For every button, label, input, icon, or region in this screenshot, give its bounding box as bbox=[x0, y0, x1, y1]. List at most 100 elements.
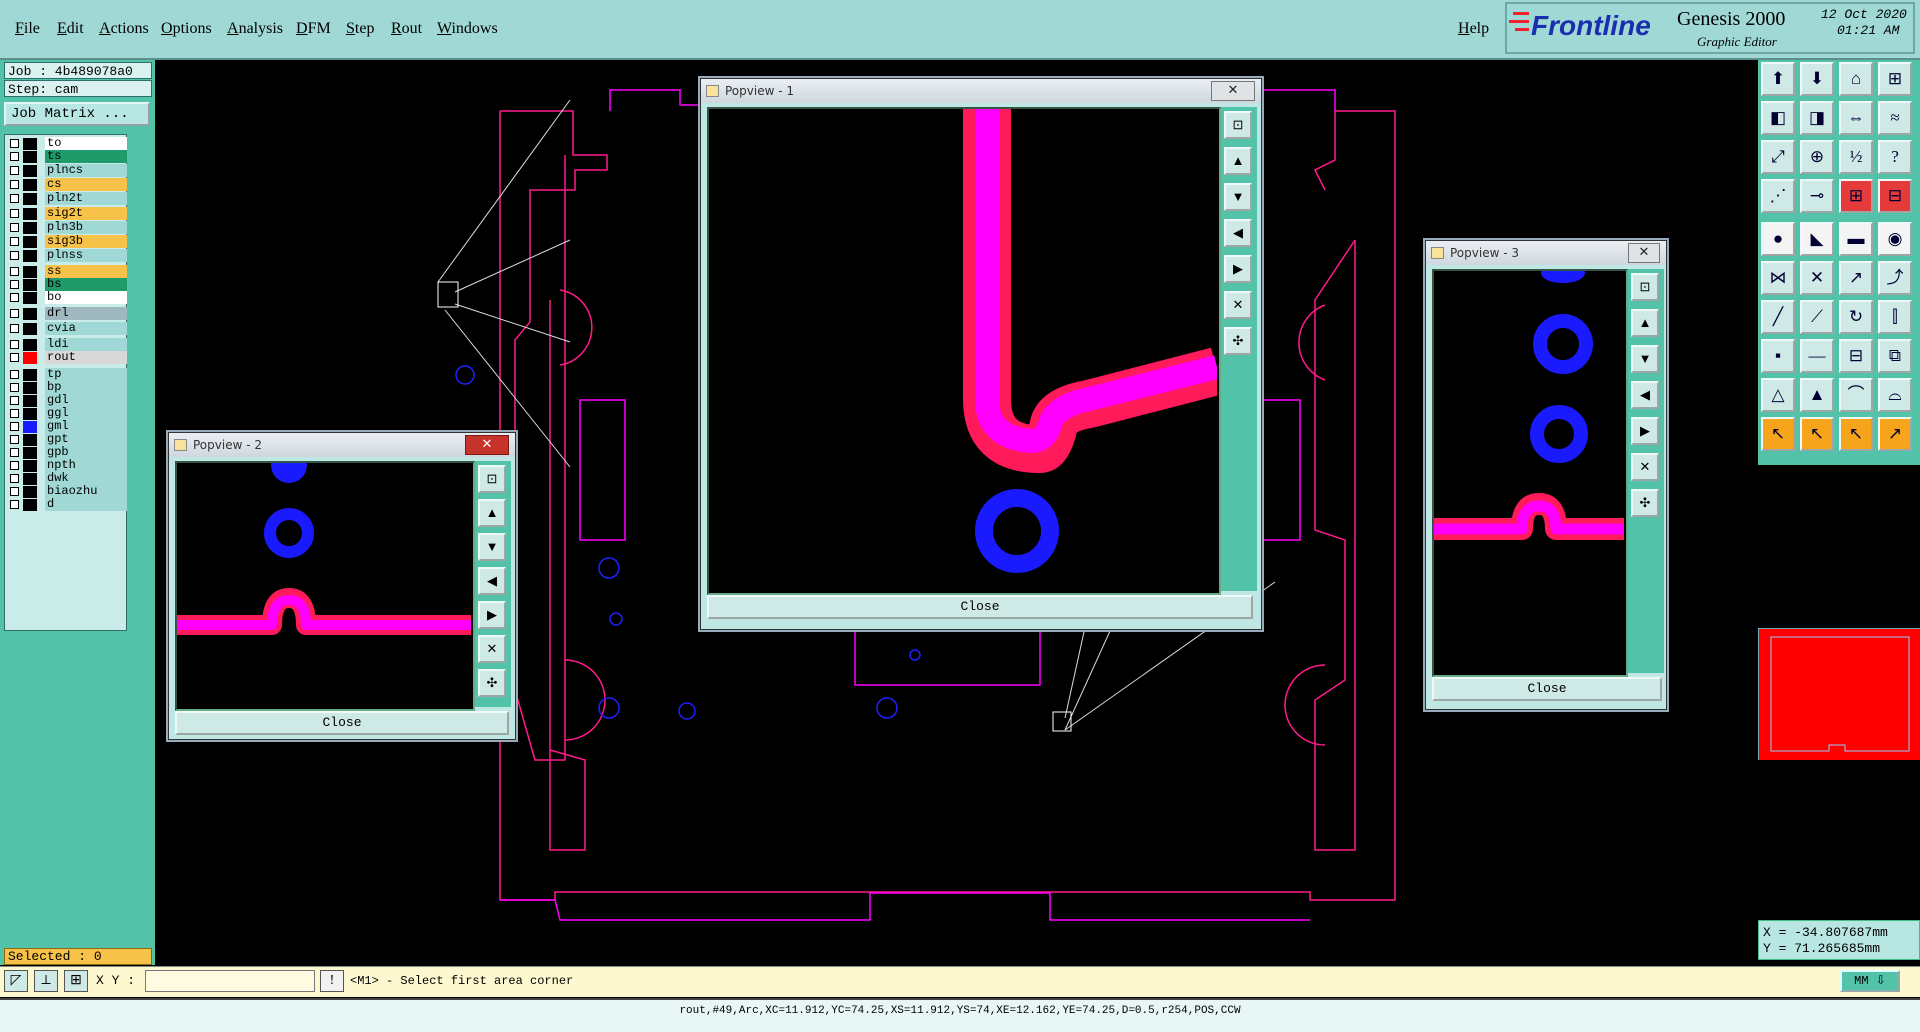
select-tool-icon[interactable]: ◸ bbox=[4, 970, 28, 992]
menu-help[interactable]: Help bbox=[1458, 20, 1489, 38]
layer-color-swatch[interactable] bbox=[23, 499, 37, 511]
zoom-fit-icon[interactable]: ⊡ bbox=[478, 465, 506, 493]
popview-1-view[interactable] bbox=[707, 107, 1223, 595]
layer-color-swatch[interactable] bbox=[23, 151, 37, 163]
layer-row-biaozhu[interactable]: biaozhu bbox=[7, 485, 127, 499]
mirror-icon[interactable]: ⇔ bbox=[1839, 101, 1873, 135]
rotate-icon[interactable]: ↻ bbox=[1839, 300, 1873, 334]
pointer-icon[interactable]: ↖ bbox=[1761, 417, 1795, 451]
close-icon[interactable]: ✕ bbox=[1211, 81, 1255, 101]
layer-name[interactable]: drl bbox=[45, 307, 127, 320]
layer-color-swatch[interactable] bbox=[23, 266, 37, 278]
zoom-center-icon[interactable]: ⊕ bbox=[1800, 140, 1834, 174]
grid-tool-icon[interactable]: ⊞ bbox=[64, 970, 88, 992]
wave-icon[interactable]: ≈ bbox=[1878, 101, 1912, 135]
layer-checkbox[interactable] bbox=[10, 474, 19, 483]
split-icon[interactable]: ⫿ bbox=[1878, 300, 1912, 334]
popview-3-titlebar[interactable]: Popview - 3 ✕ bbox=[1426, 241, 1666, 265]
layer-checkbox[interactable] bbox=[10, 267, 19, 276]
layer-checkbox[interactable] bbox=[10, 251, 19, 260]
popview-3-window[interactable]: Popview - 3 ✕ ⊡ ▲ ▼ ◀ ▶ ✕ ✣ Close bbox=[1425, 240, 1667, 710]
zoom-in-icon[interactable]: ✕ bbox=[478, 635, 506, 663]
layer-name[interactable]: rout bbox=[45, 351, 127, 364]
layer-row-sig3b[interactable]: sig3b bbox=[7, 235, 127, 249]
layer-row-bs[interactable]: bs bbox=[7, 278, 127, 292]
layer-checkbox[interactable] bbox=[10, 422, 19, 431]
popview-2-titlebar[interactable]: Popview - 2 ✕ bbox=[169, 433, 515, 457]
menu-dfm[interactable]: DFM bbox=[296, 20, 331, 38]
pan-up-icon[interactable]: ▲ bbox=[478, 499, 506, 527]
layer-color-swatch[interactable] bbox=[23, 382, 37, 394]
save-icon[interactable]: ⬇ bbox=[1800, 62, 1834, 96]
layer-checkbox[interactable] bbox=[10, 293, 19, 302]
snap-icon[interactable]: ⊞ bbox=[1878, 62, 1912, 96]
layer-checkbox[interactable] bbox=[10, 487, 19, 496]
layer-color-swatch[interactable] bbox=[23, 292, 37, 304]
layer-name[interactable]: d bbox=[45, 498, 127, 511]
layer-row-plnss[interactable]: plnss bbox=[7, 249, 127, 263]
close-icon[interactable]: ✕ bbox=[1628, 243, 1660, 263]
pointer-move-icon[interactable]: ↖ bbox=[1839, 417, 1873, 451]
layer-color-swatch[interactable] bbox=[23, 323, 37, 335]
layer-checkbox[interactable] bbox=[10, 237, 19, 246]
layer-row-drl[interactable]: drl bbox=[7, 307, 127, 321]
home-icon[interactable]: ⌂ bbox=[1839, 62, 1873, 96]
measure-icon[interactable]: ⊸ bbox=[1800, 179, 1834, 213]
add-pad-icon[interactable]: ● bbox=[1761, 222, 1795, 256]
layer-name[interactable]: plncs bbox=[45, 164, 127, 177]
triangle-icon[interactable]: △ bbox=[1761, 378, 1795, 412]
layer-color-swatch[interactable] bbox=[23, 486, 37, 498]
layer-row-ss[interactable]: ss bbox=[7, 265, 127, 279]
layer-checkbox[interactable] bbox=[10, 309, 19, 318]
add-line-icon[interactable]: ◣ bbox=[1800, 222, 1834, 256]
move-left-icon[interactable]: ◧ bbox=[1761, 101, 1795, 135]
pad-edit-icon[interactable]: ▪ bbox=[1761, 339, 1795, 373]
pan-up-icon[interactable]: ▲ bbox=[1224, 147, 1252, 175]
help-icon[interactable]: ? bbox=[1878, 140, 1912, 174]
pan-up-icon[interactable]: ▲ bbox=[1631, 309, 1659, 337]
draw-line-icon[interactable]: ╱ bbox=[1761, 300, 1795, 334]
layer-color-swatch[interactable] bbox=[23, 250, 37, 262]
layer-checkbox[interactable] bbox=[10, 139, 19, 148]
layer-checkbox[interactable] bbox=[10, 152, 19, 161]
layer-row-ts[interactable]: ts bbox=[7, 150, 127, 164]
layer-checkbox[interactable] bbox=[10, 396, 19, 405]
layer-checkbox[interactable] bbox=[10, 280, 19, 289]
popview-1-titlebar[interactable]: Popview - 1 ✕ bbox=[701, 79, 1261, 103]
layer-name[interactable]: pln2t bbox=[45, 192, 127, 205]
units-select[interactable]: MM ⇩ bbox=[1840, 970, 1900, 992]
arch-icon[interactable]: ⌒ bbox=[1839, 378, 1873, 412]
layer-control-alt-icon[interactable]: ⊟ bbox=[1878, 179, 1912, 213]
zoom-out-icon[interactable]: ✣ bbox=[478, 669, 506, 697]
align-icon[interactable]: ⊟ bbox=[1839, 339, 1873, 373]
layer-color-swatch[interactable] bbox=[23, 447, 37, 459]
layer-color-swatch[interactable] bbox=[23, 395, 37, 407]
layer-color-swatch[interactable] bbox=[23, 208, 37, 220]
popview-1-window[interactable]: Popview - 1 ✕ ⊡ ▲ ▼ ◀ ▶ ✕ ✣ Close bbox=[700, 78, 1262, 630]
layer-name[interactable]: biaozhu bbox=[45, 485, 127, 498]
layer-name[interactable]: ts bbox=[45, 150, 127, 163]
move-right-icon[interactable]: ◨ bbox=[1800, 101, 1834, 135]
popview-2-window[interactable]: Popview - 2 ✕ ⊡ ▲ ▼ ◀ ▶ ✕ ✣ Close bbox=[168, 432, 516, 740]
select-pad-icon[interactable]: ◉ bbox=[1878, 222, 1912, 256]
layer-checkbox[interactable] bbox=[10, 353, 19, 362]
layer-name[interactable]: sig2t bbox=[45, 207, 127, 220]
layer-color-swatch[interactable] bbox=[23, 352, 37, 364]
node-add-icon[interactable]: ⤴ bbox=[1878, 261, 1912, 295]
layer-name[interactable]: cvia bbox=[45, 322, 127, 335]
layer-row-rout[interactable]: rout bbox=[7, 351, 127, 365]
layer-row-to[interactable]: to bbox=[7, 137, 127, 151]
layer-row-cvia[interactable]: cvia bbox=[7, 322, 127, 336]
layer-color-swatch[interactable] bbox=[23, 279, 37, 291]
xy-input[interactable] bbox=[145, 970, 315, 992]
layer-checkbox[interactable] bbox=[10, 461, 19, 470]
layer-name[interactable]: pln3b bbox=[45, 221, 127, 234]
pan-right-icon[interactable]: ▶ bbox=[1224, 255, 1252, 283]
layer-color-swatch[interactable] bbox=[23, 165, 37, 177]
layer-checkbox[interactable] bbox=[10, 500, 19, 509]
layer-checkbox[interactable] bbox=[10, 340, 19, 349]
popview-3-view[interactable] bbox=[1432, 263, 1628, 677]
slash-icon[interactable]: ⟋ bbox=[1800, 300, 1834, 334]
layer-row-tp[interactable]: tp bbox=[7, 368, 127, 382]
popview-2-close-button[interactable]: Close bbox=[175, 711, 509, 735]
